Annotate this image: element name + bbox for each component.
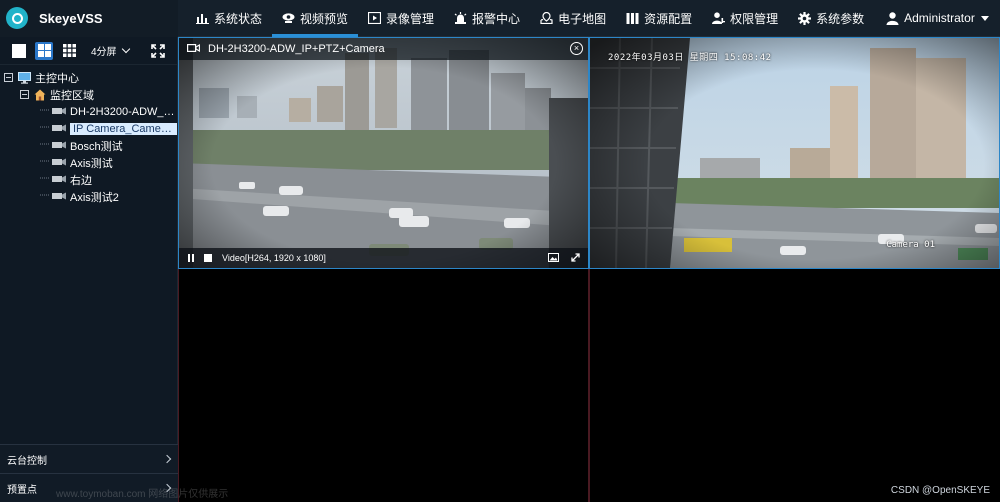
gear-icon	[798, 11, 812, 25]
user-icon	[886, 11, 899, 25]
video-camera-icon	[187, 43, 200, 56]
panel-label: 云台控制	[7, 455, 47, 467]
layout-1-button[interactable]	[10, 42, 28, 60]
video-cell-3[interactable]	[178, 269, 589, 502]
camera-device-icon	[52, 141, 66, 150]
stop-icon[interactable]	[204, 254, 212, 262]
monitor-icon	[18, 71, 31, 84]
app-window: SkeyeVSS 系统状态 视频预览 录像管理 报警中心 电子地图 资源配置 权…	[0, 0, 1000, 502]
nav-label: 电子地图	[558, 11, 607, 26]
split-screen-select[interactable]: 4分屏	[91, 43, 130, 58]
nav-item-map[interactable]: 电子地图	[530, 0, 616, 37]
video-control-bar: Video[H264, 1920 x 1080]	[179, 248, 588, 268]
collapse-icon[interactable]	[20, 90, 29, 99]
close-icon[interactable]: ×	[570, 42, 583, 55]
video-frame	[179, 38, 588, 268]
tree-node-camera[interactable]: Bosch测试	[0, 137, 177, 154]
tree-node-camera[interactable]: IP Camera_Camera 01	[0, 120, 177, 137]
app-logo-icon	[6, 7, 28, 29]
nav-item-system-params[interactable]: 系统参数	[788, 0, 874, 37]
chart-icon	[196, 12, 209, 25]
nav-item-alarm[interactable]: 报警中心	[444, 0, 530, 37]
tree-label-selected: IP Camera_Camera 01	[70, 122, 177, 135]
nav-item-system-status[interactable]: 系统状态	[186, 0, 272, 37]
camera-device-icon	[52, 192, 66, 201]
nav-label: 权限管理	[730, 11, 779, 26]
layout-9-button[interactable]	[60, 42, 78, 60]
app-title: SkeyeVSS	[39, 10, 103, 26]
playback-icon	[368, 12, 382, 25]
device-tree: 主控中心 监控区域 DH-2H3200-ADW_IP... IP Camera_…	[0, 65, 177, 205]
main-nav: 系统状态 视频预览 录像管理 报警中心 电子地图 资源配置 权限管理 系统参数 …	[186, 0, 999, 37]
resource-icon	[626, 12, 639, 25]
layout-4-button[interactable]	[35, 41, 53, 60]
watermark: CSDN @OpenSKEYE	[890, 485, 990, 496]
video-cell-1[interactable]: DH-2H3200-ADW_IP+PTZ+Camera × Video[H264…	[178, 37, 589, 269]
tree-label: 右边	[70, 174, 92, 187]
tree-node-camera[interactable]: DH-2H3200-ADW_IP...	[0, 103, 177, 120]
map-icon	[540, 12, 553, 25]
video-title: DH-2H3200-ADW_IP+PTZ+Camera	[208, 43, 385, 55]
collapse-icon[interactable]	[4, 73, 13, 82]
video-info: Video[H264, 1920 x 1080]	[222, 253, 326, 263]
video-cell-2[interactable]: 2022年03月03日 星期四 15:08:42 Camera 01	[589, 37, 1000, 269]
sidebar: 4分屏 主控中心 监控区域 DH-2H3200-ADW_IP... IP Cam…	[0, 37, 178, 502]
tree-node-area[interactable]: 监控区域	[0, 86, 177, 103]
tree-label: Bosch测试	[70, 140, 123, 153]
ptz-control-panel[interactable]: 云台控制	[0, 444, 178, 473]
nav-label: 系统参数	[816, 11, 865, 26]
tree-node-camera[interactable]: Axis测试2	[0, 188, 177, 205]
chevron-down-icon	[980, 15, 989, 21]
split-label: 4分屏	[91, 47, 117, 58]
camera-device-icon	[52, 107, 66, 116]
panel-label: 预置点	[7, 484, 37, 496]
video-grid: DH-2H3200-ADW_IP+PTZ+Camera × Video[H264…	[178, 37, 1000, 502]
layout-toolbar: 4分屏	[0, 37, 177, 65]
snapshot-icon[interactable]	[548, 252, 559, 264]
nav-item-video-preview[interactable]: 视频预览	[272, 0, 359, 37]
nav-item-recording[interactable]: 录像管理	[358, 0, 444, 37]
video-title-bar: DH-2H3200-ADW_IP+PTZ+Camera ×	[179, 38, 588, 60]
tree-node-root[interactable]: 主控中心	[0, 69, 177, 86]
tree-label: 主控中心	[35, 72, 79, 85]
nav-label: 报警中心	[472, 11, 521, 26]
watermark-left: www.toymoban.com 网络图片仅供展示	[56, 489, 229, 500]
home-icon	[34, 89, 46, 101]
nav-label: 资源配置	[644, 11, 693, 26]
nav-item-resources[interactable]: 资源配置	[616, 0, 702, 37]
brand: SkeyeVSS	[0, 0, 178, 37]
tree-node-camera[interactable]: 右边	[0, 171, 177, 188]
user-key-icon	[712, 12, 726, 25]
camera-device-icon	[52, 124, 66, 133]
tree-label: Axis测试	[70, 157, 113, 170]
chevron-right-icon	[162, 454, 172, 464]
video-frame	[590, 38, 999, 268]
fullscreen-icon[interactable]	[150, 43, 165, 58]
video-cell-4[interactable]	[589, 269, 1000, 502]
user-name: Administrator	[904, 11, 975, 25]
camera-device-icon	[52, 175, 66, 184]
nav-label: 系统状态	[214, 11, 263, 26]
tree-label: Axis测试2	[70, 191, 119, 204]
tree-node-camera[interactable]: Axis测试	[0, 154, 177, 171]
tree-label: 监控区域	[50, 89, 94, 102]
chevron-down-icon	[121, 44, 130, 54]
camera-icon	[282, 12, 295, 25]
nav-label: 录像管理	[386, 11, 435, 26]
pause-icon[interactable]	[188, 254, 194, 262]
alarm-icon	[454, 12, 467, 25]
expand-icon[interactable]	[571, 252, 580, 264]
osd-camera-name: Camera 01	[886, 240, 935, 250]
user-menu[interactable]: Administrator	[876, 0, 999, 37]
osd-timestamp: 2022年03月03日 星期四 15:08:42	[608, 53, 772, 63]
top-header: SkeyeVSS 系统状态 视频预览 录像管理 报警中心 电子地图 资源配置 权…	[0, 0, 1000, 37]
camera-device-icon	[52, 158, 66, 167]
nav-item-permissions[interactable]: 权限管理	[702, 0, 788, 37]
tree-label: DH-2H3200-ADW_IP...	[70, 105, 177, 118]
nav-label: 视频预览	[300, 11, 349, 26]
